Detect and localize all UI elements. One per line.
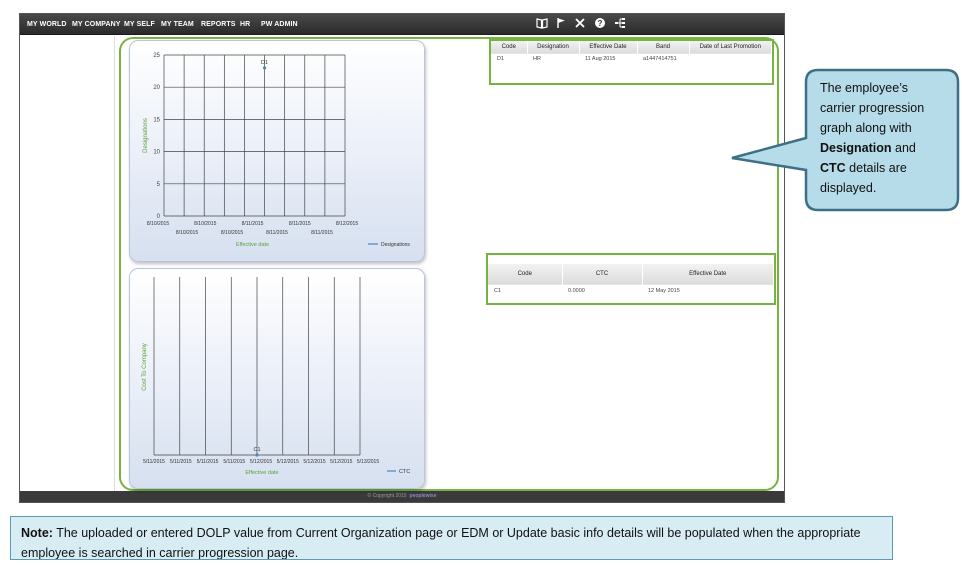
designation-chart-panel: 0 5 10 15 20 25 8/10/2015 8/10/2015 8/11/2015 8/1…: [129, 40, 425, 262]
y-tick-label: 0: [157, 214, 161, 220]
x-tick-label: 5/12/2015: [250, 459, 272, 465]
callout-line: Designation and: [820, 138, 955, 158]
data-point: [255, 453, 259, 457]
ctc-chart: 5/11/2015 5/11/2015 5/11/2015 5/11/2015 5/12…: [142, 277, 410, 476]
callout-line: carrier progression: [820, 101, 925, 115]
tools-icon[interactable]: [573, 17, 587, 31]
x-tick-label: 8/10/2015: [194, 221, 216, 227]
cell-ctc: 0.0000: [562, 283, 642, 297]
data-label: D1: [261, 60, 268, 66]
cell-effective-date: 12 May 2015: [642, 283, 774, 297]
cell-band: a1447414751: [637, 52, 689, 64]
callout-line: CTC details are: [820, 158, 955, 178]
ctc-table: Code CTC Effective Date C1 0.0000 12 May…: [488, 264, 774, 297]
callout-bold-ctc: CTC: [820, 161, 846, 175]
y-tick-label: 10: [153, 150, 160, 156]
y-axis-label: Cost To Company: [142, 343, 148, 391]
legend-label: CTC: [399, 469, 410, 475]
col-effective-date[interactable]: Effective Date: [642, 264, 774, 284]
data-label: C1: [253, 447, 260, 453]
col-code[interactable]: Code: [488, 264, 563, 284]
footer-bar: © Copyright 2015 peoplewise: [20, 491, 784, 502]
cell-code: C1: [488, 283, 562, 297]
x-tick-label: 8/11/2015: [266, 230, 288, 236]
col-code[interactable]: Code: [491, 41, 528, 53]
col-designation[interactable]: Designation: [527, 41, 580, 53]
left-sidebar: [20, 36, 115, 493]
note-box: Note: The uploaded or entered DOLP value…: [10, 516, 893, 560]
help-icon[interactable]: ?: [593, 17, 607, 31]
x-tick-label: 5/12/2015: [277, 459, 299, 465]
book-icon[interactable]: [535, 17, 549, 31]
nav-my-company[interactable]: MY COMPANY: [72, 14, 121, 35]
designation-table: Code Designation Effective Date Band Dat…: [491, 41, 772, 64]
col-band[interactable]: Band: [637, 41, 690, 53]
nav-my-world[interactable]: MY WORLD: [27, 14, 67, 35]
x-tick-label: 5/11/2015: [223, 459, 245, 465]
callout-bold-designation: Designation: [820, 141, 892, 155]
x-tick-label: 8/10/2015: [176, 230, 198, 236]
col-date-of-last-promotion[interactable]: Date of Last Promotion: [689, 41, 772, 53]
x-tick-label: 5/13/2015: [357, 459, 379, 465]
y-tick-label: 15: [153, 117, 160, 123]
cell-designation: HR: [527, 52, 579, 64]
note-label: Note:: [21, 526, 53, 540]
nav-hr[interactable]: HR: [240, 14, 250, 35]
nav-my-team[interactable]: MY TEAM: [161, 14, 194, 35]
footer-brand-logo: peoplewise: [409, 493, 437, 499]
note-text: The uploaded or entered DOLP value from …: [21, 526, 861, 560]
legend-label: Designations: [381, 242, 410, 248]
data-point: [262, 66, 267, 70]
x-tick-label: 5/11/2015: [170, 459, 192, 465]
x-tick-label: 8/11/2015: [311, 230, 333, 236]
callout-text: The employee’s carrier progression graph…: [820, 78, 955, 198]
table-row[interactable]: C1 0.0000 12 May 2015: [488, 283, 774, 297]
x-tick-label: 8/12/2015: [336, 221, 358, 227]
callout-details-are: details are: [845, 161, 907, 175]
x-tick-label: 5/11/2015: [197, 459, 219, 465]
y-axis-label: Designations: [143, 118, 149, 153]
x-tick-label: 8/11/2015: [289, 221, 311, 227]
callout-line: The employee’s: [820, 81, 909, 95]
x-tick-label: 8/10/2015: [147, 221, 169, 227]
nav-my-self[interactable]: MY SELF: [124, 14, 155, 35]
callout-line: displayed.: [820, 181, 877, 195]
flag-icon[interactable]: [554, 17, 568, 31]
ctc-chart-panel: 5/11/2015 5/11/2015 5/11/2015 5/11/2015 5/12…: [129, 268, 425, 489]
y-tick-label: 25: [153, 53, 160, 59]
ctc-table-highlight: Code CTC Effective Date C1 0.0000 12 May…: [486, 253, 776, 305]
nav-reports[interactable]: REPORTS: [201, 14, 236, 35]
cell-code: D1: [491, 52, 527, 64]
svg-text:?: ?: [598, 19, 603, 28]
designation-table-highlight: Code Designation Effective Date Band Dat…: [489, 39, 774, 85]
x-tick-label: 8/10/2015: [221, 230, 243, 236]
x-tick-label: 5/11/2015: [143, 459, 165, 465]
footer-copyright: © Copyright 2015: [367, 493, 407, 499]
x-axis-label: Effective date: [245, 470, 278, 476]
callout-line: graph along with: [820, 121, 912, 135]
x-tick-label: 8/11/2015: [242, 221, 264, 227]
col-ctc[interactable]: CTC: [562, 264, 643, 284]
nav-pw-admin[interactable]: PW ADMIN: [261, 14, 298, 35]
x-tick-label: 5/12/2015: [330, 459, 352, 465]
y-tick-label: 20: [153, 85, 160, 91]
x-axis-label: Effective date: [236, 242, 269, 248]
sitemap-icon[interactable]: [613, 17, 627, 31]
col-effective-date[interactable]: Effective Date: [579, 41, 638, 53]
cell-effective-date: 11 Aug 2015: [579, 52, 637, 64]
top-navbar: MY WORLD MY COMPANY MY SELF MY TEAM REPO…: [20, 14, 784, 35]
cell-date-of-last-promotion: [689, 52, 772, 64]
designation-chart: 05101520258/10/2015 8/10/2015 8/11/2015 8/1…: [143, 53, 410, 248]
callout-and: and: [891, 141, 916, 155]
table-row[interactable]: D1 HR 11 Aug 2015 a1447414751: [491, 52, 772, 64]
y-tick-label: 5: [157, 182, 161, 188]
x-tick-label: 5/12/2015: [303, 459, 325, 465]
